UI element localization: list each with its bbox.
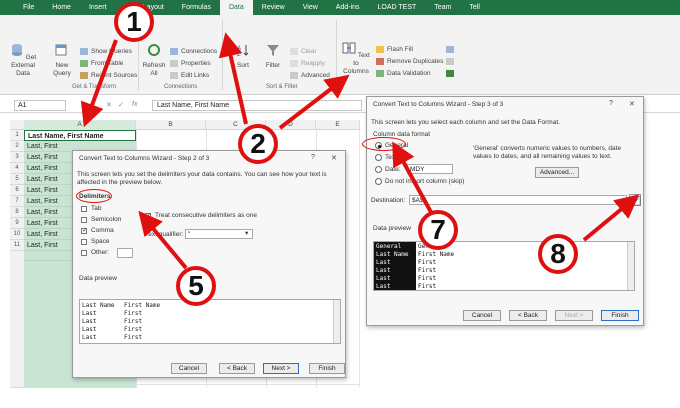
arrow-step8 <box>582 194 640 242</box>
step-badge-1: 1 <box>114 2 154 42</box>
arrow-step1 <box>80 39 118 128</box>
arrow-step2-data-tab <box>218 32 248 125</box>
step-badge-8: 8 <box>538 234 578 274</box>
arrow-step7 <box>392 141 434 215</box>
arrow-step2-text-to-columns <box>278 74 350 130</box>
step-badge-5: 5 <box>176 266 216 306</box>
arrow-step5 <box>138 210 188 270</box>
annotation-arrows <box>80 32 640 270</box>
step-badge-2: 2 <box>238 124 278 164</box>
step-badge-7: 7 <box>418 210 458 250</box>
